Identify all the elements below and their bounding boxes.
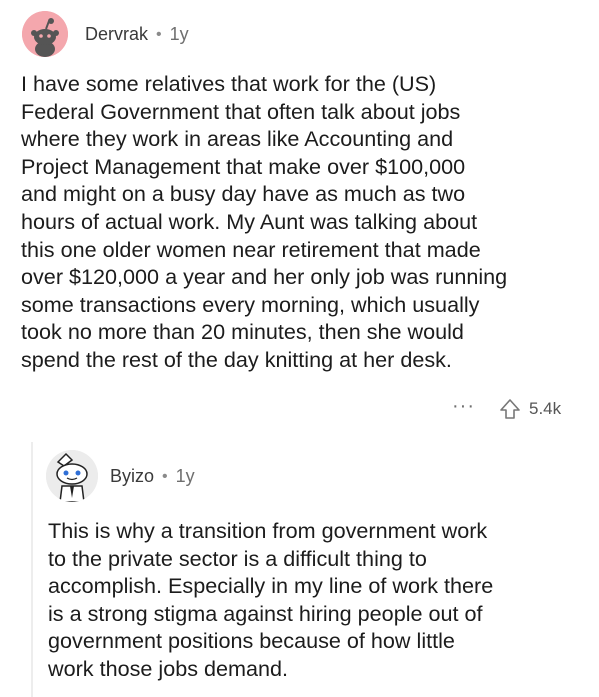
comment-line: this one older women near retirement tha… (21, 236, 481, 262)
parent-comment: Dervrak • 1y I have some relatives that … (0, 0, 599, 440)
reply-comment: Byizo • 1y This is why a transition from… (0, 440, 599, 697)
meta-separator: • (156, 25, 162, 43)
comment-line: spend the rest of the day knitting at he… (21, 346, 452, 372)
comment-body: This is why a transition from government… (48, 517, 593, 683)
comment-line: over $120,000 a year and her only job wa… (21, 264, 508, 290)
comment-line: and might on a busy day have as much as … (21, 181, 466, 207)
comment-line: where they work in areas like Accounting… (21, 126, 454, 152)
username[interactable]: Dervrak (85, 24, 148, 45)
user-avatar[interactable] (46, 450, 98, 502)
comment-age: 1y (169, 24, 189, 44)
username[interactable]: Byizo (110, 466, 154, 487)
comment-line: accomplish. Especially in my line of wor… (48, 573, 494, 599)
upvote-arrow-icon (500, 399, 520, 419)
comment-age: 1y (175, 466, 195, 486)
comment-line: government positions because of how litt… (48, 628, 455, 654)
comment-line: some transactions every morning, which u… (21, 291, 480, 317)
comment-line: Project Management that make over $100,0… (21, 153, 466, 179)
comment-line: hours of actual work. My Aunt was talkin… (21, 208, 478, 234)
comment-actions: ··· 5.4k (452, 396, 561, 420)
upvote-score: 5.4k (528, 399, 562, 418)
snoo-icon (22, 11, 68, 57)
comment-line: took no more than 20 minutes, then she w… (21, 319, 464, 345)
comment-line: is a strong stigma against hiring people… (48, 600, 483, 626)
comment-body: I have some relatives that work for the … (21, 70, 591, 374)
upvote-button[interactable]: 5.4k (499, 398, 561, 420)
user-avatar[interactable] (22, 11, 68, 57)
comment-meta: Byizo • 1y (110, 466, 195, 487)
snoo-icon (46, 450, 98, 502)
comment-line: I have some relatives that work for the … (21, 71, 437, 96)
comment-line: work those jobs demand. (48, 655, 289, 681)
more-options-button[interactable]: ··· (452, 396, 475, 416)
comment-meta: Dervrak • 1y (85, 24, 189, 45)
meta-separator: • (162, 467, 168, 485)
comment-line: Federal Government that often talk about… (21, 98, 461, 124)
comment-line: This is why a transition from government… (48, 518, 488, 543)
comment-line: to the private sector is a difficult thi… (48, 545, 427, 571)
